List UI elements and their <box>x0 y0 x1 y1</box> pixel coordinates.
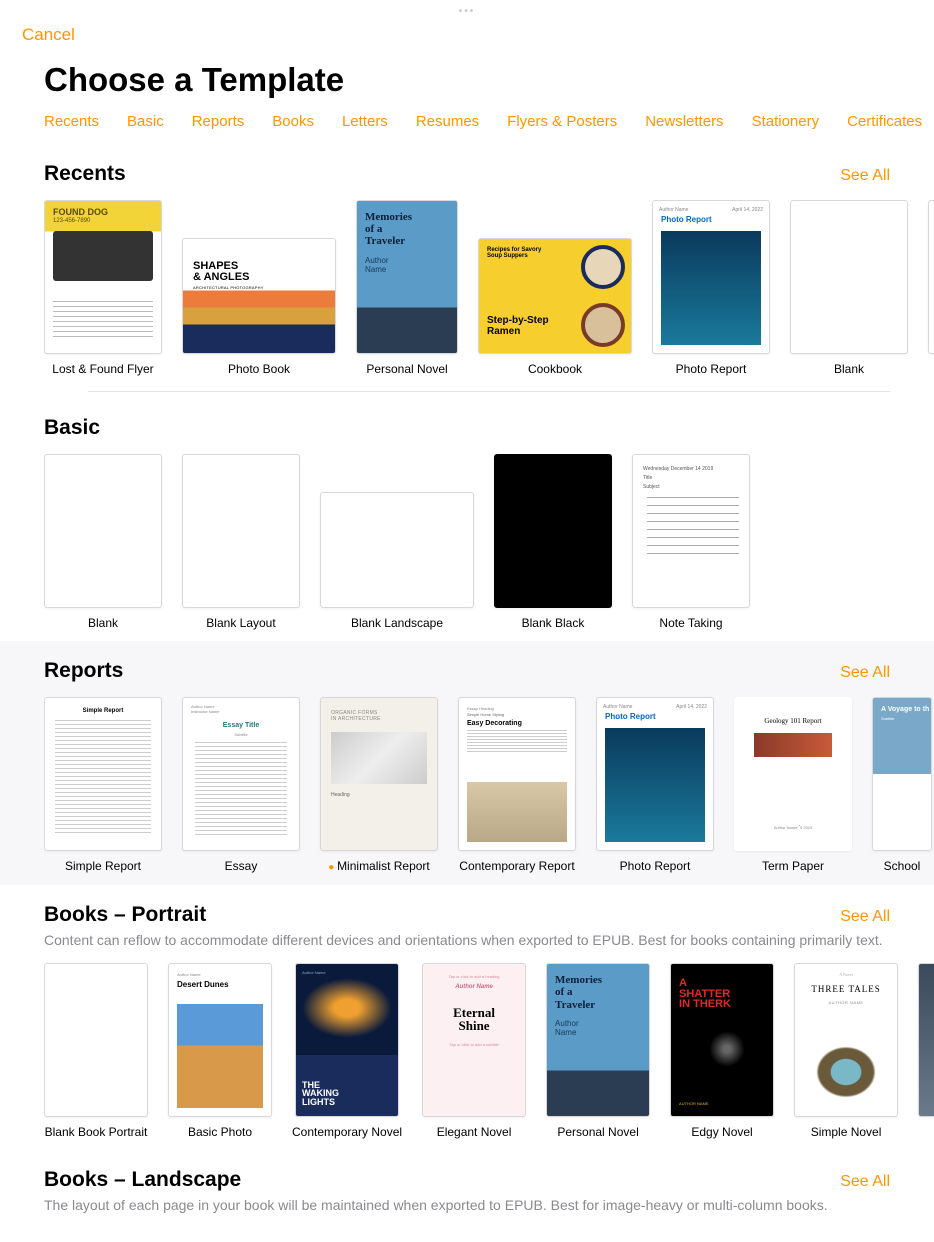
tab-recents[interactable]: Recents <box>44 113 99 130</box>
section-basic: Basic Blank Blank Layout Blank Landscape… <box>0 398 934 641</box>
template-label: Blank Layout <box>206 616 275 631</box>
template-label: Photo Report <box>620 859 691 874</box>
template-label: Minimalist Report <box>328 859 430 875</box>
template-partial[interactable] <box>918 963 934 1140</box>
tab-basic[interactable]: Basic <box>127 113 164 130</box>
template-label: Edgy Novel <box>691 1125 752 1140</box>
template-personal-novel[interactable]: Personal Novel <box>546 963 650 1140</box>
section-title-reports: Reports <box>44 659 123 683</box>
template-contemporary-report[interactable]: Essay Heading Contemporary Report <box>458 697 576 875</box>
template-label: Lost & Found Flyer <box>52 362 153 377</box>
divider <box>88 391 890 392</box>
section-title-recents: Recents <box>44 162 126 186</box>
template-label: Essay <box>225 859 258 874</box>
template-label: Blank Black <box>522 616 585 631</box>
template-label: Blank Landscape <box>351 616 443 631</box>
template-photo-book[interactable]: Photo Book <box>182 200 336 377</box>
drag-handle-icon: ••• <box>0 0 934 21</box>
template-label: Photo Book <box>228 362 290 377</box>
template-label: Cookbook <box>528 362 582 377</box>
section-title-books-landscape: Books – Landscape <box>44 1168 241 1192</box>
see-all-recents[interactable]: See All <box>840 167 890 185</box>
template-basic-photo[interactable]: Basic Photo <box>168 963 272 1140</box>
template-elegant-novel[interactable]: Author NameEternalShine Elegant Novel <box>422 963 526 1140</box>
template-label: Simple Novel <box>811 1125 882 1140</box>
template-personal-novel[interactable]: Personal Novel <box>356 200 458 377</box>
tab-certificates[interactable]: Certificates <box>847 113 922 130</box>
template-partial[interactable] <box>928 200 934 377</box>
section-books-portrait: Books – Portrait See All Content can ref… <box>0 885 934 1151</box>
template-label: Term Paper <box>762 859 824 874</box>
template-label: Photo Report <box>676 362 747 377</box>
page-title: Choose a Template <box>0 53 934 109</box>
template-cookbook[interactable]: Cookbook <box>478 200 632 377</box>
tab-books[interactable]: Books <box>272 113 314 130</box>
tab-flyers[interactable]: Flyers & Posters <box>507 113 617 130</box>
template-label: Personal Novel <box>557 1125 638 1140</box>
template-term-paper[interactable]: Term Paper <box>734 697 852 875</box>
see-all-reports[interactable]: See All <box>840 664 890 682</box>
tab-letters[interactable]: Letters <box>342 113 388 130</box>
see-all-books-portrait[interactable]: See All <box>840 908 890 926</box>
template-label: Elegant Novel <box>437 1125 512 1140</box>
category-tabs: Recents Basic Reports Books Letters Resu… <box>0 109 934 144</box>
template-lost-found[interactable]: Lost & Found Flyer <box>44 200 162 377</box>
tab-reports[interactable]: Reports <box>192 113 245 130</box>
tab-newsletters[interactable]: Newsletters <box>645 113 723 130</box>
template-label: Blank Book Portrait <box>45 1125 148 1140</box>
template-blank-layout[interactable]: Blank Layout <box>182 454 300 631</box>
section-title-basic: Basic <box>44 416 100 440</box>
template-label: Personal Novel <box>366 362 447 377</box>
template-essay[interactable]: Author NameInstructor Name Essay <box>182 697 300 875</box>
template-label: Contemporary Report <box>459 859 574 874</box>
template-label: School <box>884 859 921 874</box>
template-blank[interactable]: Blank <box>790 200 908 377</box>
template-label: Simple Report <box>65 859 141 874</box>
template-contemporary-novel[interactable]: Contemporary Novel <box>292 963 402 1140</box>
section-title-books-portrait: Books – Portrait <box>44 903 206 927</box>
template-label: Blank <box>834 362 864 377</box>
template-blank-landscape[interactable]: Blank Landscape <box>320 454 474 631</box>
template-blank[interactable]: Blank <box>44 454 162 631</box>
template-note-taking[interactable]: Note Taking <box>632 454 750 631</box>
template-edgy-novel[interactable]: Edgy Novel <box>670 963 774 1140</box>
template-label: Note Taking <box>659 616 722 631</box>
tab-stationery[interactable]: Stationery <box>752 113 820 130</box>
template-label: Blank <box>88 616 118 631</box>
section-desc-books-portrait: Content can reflow to accommodate differ… <box>44 927 934 950</box>
tab-resumes[interactable]: Resumes <box>416 113 479 130</box>
template-simple-novel[interactable]: THREE TALES Simple Novel <box>794 963 898 1140</box>
template-minimalist-report[interactable]: Minimalist Report <box>320 697 438 875</box>
section-reports: Reports See All Simple Report Author Nam… <box>0 641 934 885</box>
see-all-books-landscape[interactable]: See All <box>840 1173 890 1191</box>
section-recents: Recents See All Lost & Found Flyer Photo… <box>0 144 934 398</box>
template-label: Basic Photo <box>188 1125 252 1140</box>
cancel-button[interactable]: Cancel <box>0 21 97 53</box>
template-label: Contemporary Novel <box>292 1125 402 1140</box>
template-school[interactable]: School <box>872 697 932 875</box>
template-photo-report[interactable]: Author NameApril 14, 2022 Photo Report <box>652 200 770 377</box>
section-desc-books-landscape: The layout of each page in your book wil… <box>44 1192 934 1215</box>
template-blank-black[interactable]: Blank Black <box>494 454 612 631</box>
template-simple-report[interactable]: Simple Report <box>44 697 162 875</box>
template-photo-report[interactable]: Author NameApril 14, 2022 Photo Report <box>596 697 714 875</box>
section-books-landscape: Books – Landscape See All The layout of … <box>0 1150 934 1215</box>
template-blank-book-portrait[interactable]: Blank Book Portrait <box>44 963 148 1140</box>
